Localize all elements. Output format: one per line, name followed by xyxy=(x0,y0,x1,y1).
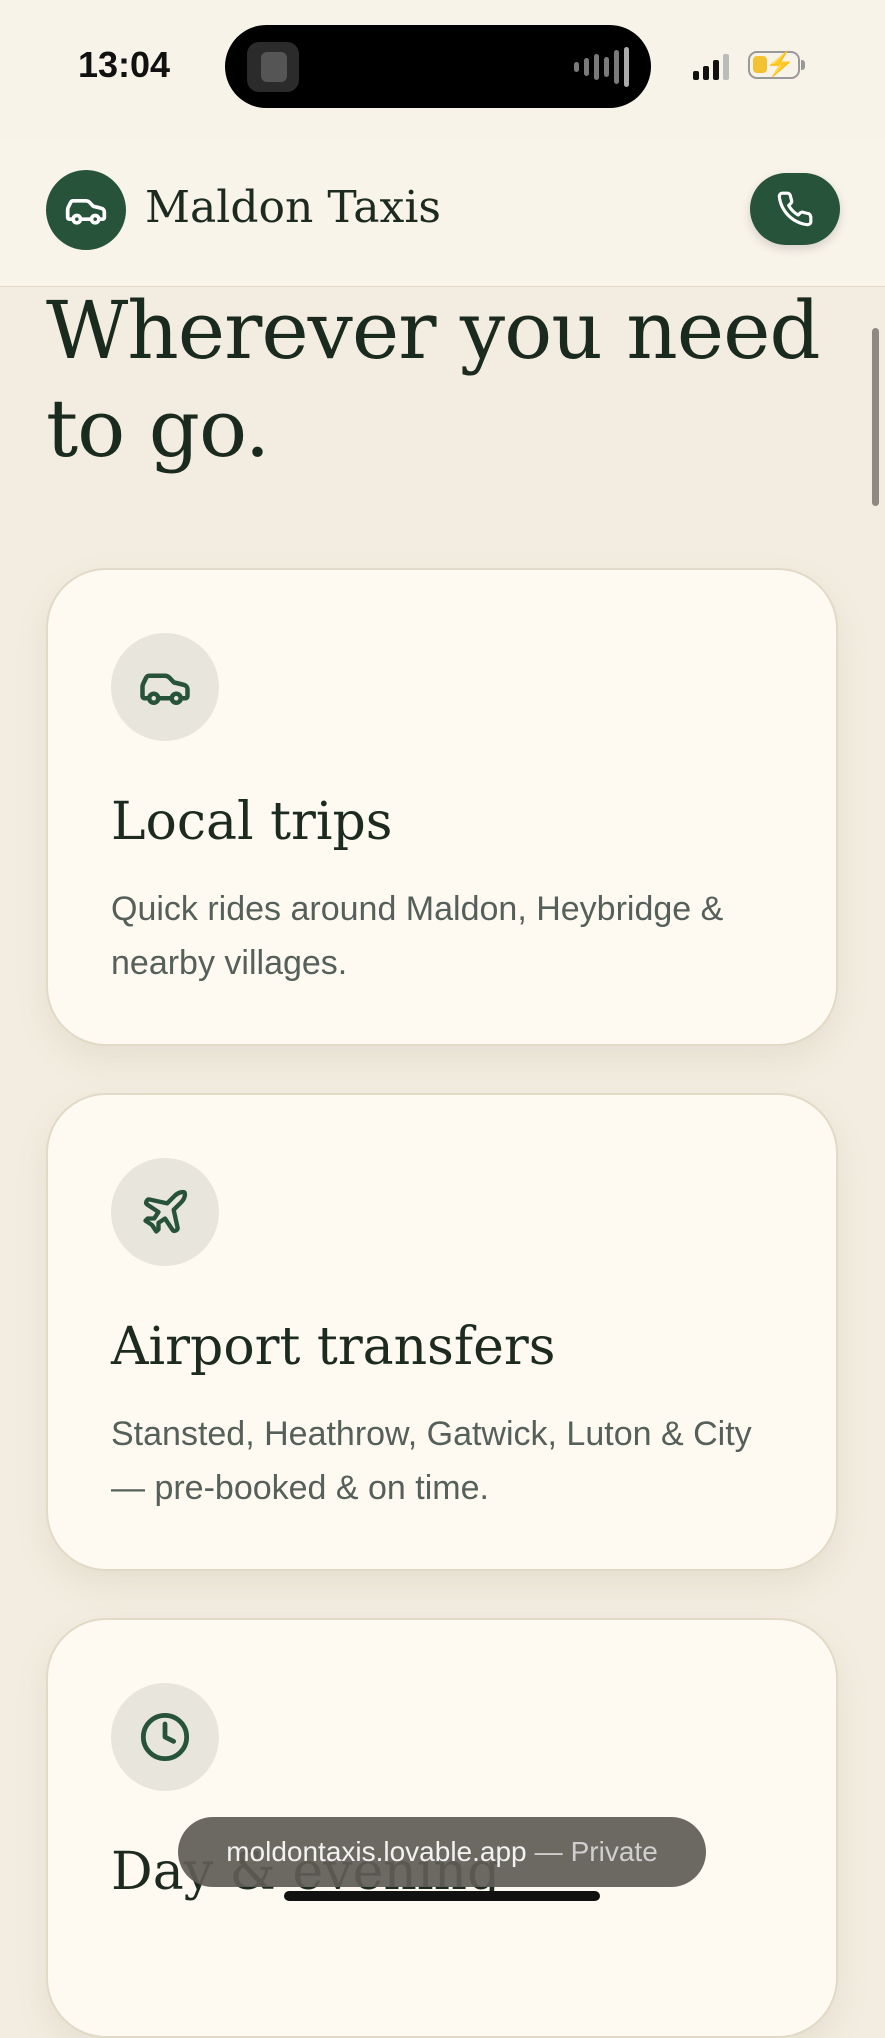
url-separator: — xyxy=(534,1836,563,1867)
service-card-airport-transfers[interactable]: Airport transfers Stansted, Heathrow, Ga… xyxy=(46,1093,838,1571)
clock-icon xyxy=(140,1712,190,1762)
home-indicator[interactable] xyxy=(284,1891,600,1901)
cellular-signal-icon xyxy=(693,52,729,80)
brand-name[interactable]: Maldon Taxis xyxy=(145,182,441,233)
service-title: Local trips xyxy=(111,792,393,852)
private-mode-label: Private xyxy=(570,1836,658,1867)
service-title: Airport transfers xyxy=(111,1317,556,1377)
car-icon xyxy=(140,673,190,705)
plane-icon xyxy=(143,1189,188,1234)
service-description: Quick rides around Maldon, Heybridge & n… xyxy=(111,890,724,982)
dynamic-island[interactable] xyxy=(225,25,651,108)
url-text: moldontaxis.lovable.app xyxy=(226,1836,527,1867)
status-time: 13:04 xyxy=(78,44,171,85)
hero-headline: Wherever you need to go. xyxy=(46,284,821,475)
service-icon-circle xyxy=(111,1158,219,1266)
battery-cap xyxy=(801,60,805,70)
status-bar: 13:04 ⚡ xyxy=(0,0,885,140)
service-icon-circle xyxy=(111,1683,219,1791)
page-scrollbar[interactable] xyxy=(872,328,879,506)
battery-icon: ⚡ xyxy=(748,51,800,79)
logo-badge[interactable] xyxy=(46,170,126,250)
audio-waveform-icon xyxy=(574,47,629,87)
call-button[interactable] xyxy=(750,173,840,245)
site-header: Maldon Taxis xyxy=(0,140,885,287)
service-description: Stansted, Heathrow, Gatwick, Luton & Cit… xyxy=(111,1415,752,1507)
phone-icon xyxy=(777,191,813,227)
charging-bolt-icon: ⚡ xyxy=(765,51,795,78)
browser-url-bar[interactable]: moldontaxis.lovable.app — Private xyxy=(178,1817,706,1887)
service-icon-circle xyxy=(111,633,219,741)
car-icon xyxy=(65,199,107,225)
service-card-local-trips[interactable]: Local trips Quick rides around Maldon, H… xyxy=(46,568,838,1046)
now-playing-thumbnail xyxy=(247,42,299,92)
